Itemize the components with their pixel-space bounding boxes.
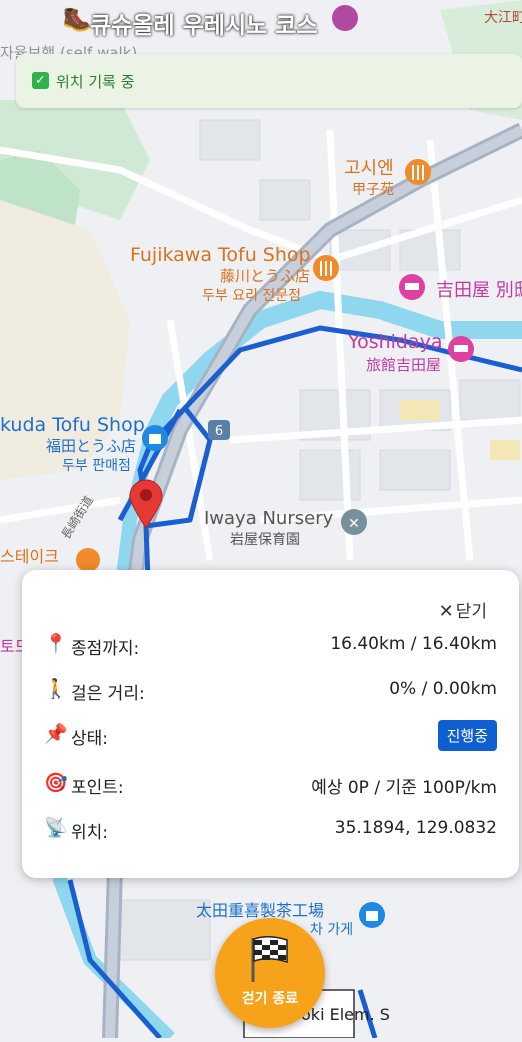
map-label: 太田重喜製茶工場 (196, 901, 324, 920)
hiking-boot-icon: 🥾 (62, 5, 92, 33)
info-label: 상태: (71, 729, 109, 749)
status-badge: 진행중 (437, 720, 497, 751)
shop-pin-icon (359, 902, 385, 928)
map-canvas[interactable]: 6 ✕ 大江町 고시엔 甲子苑 Fujikawa Tofu Shop 藤川とうふ… (0, 0, 522, 1042)
info-value: 0% / 0.00km (389, 679, 497, 699)
map-label: 甲子苑 (352, 182, 394, 198)
info-label: 포인트: (71, 778, 124, 798)
map-label: 스테이크 (0, 547, 59, 566)
info-row-location: 📡 위치: 35.1894, 129.0832 (44, 814, 497, 844)
end-walk-label: 걷기 종료 (241, 991, 299, 1007)
svg-text:✕: ✕ (348, 516, 360, 532)
map-label: 福田とうふ店 (46, 437, 136, 455)
info-value: 예상 0P / 기준 100P/km (311, 778, 497, 798)
info-value: 35.1894, 129.0832 (334, 818, 497, 838)
restaurant-pin-icon (405, 159, 431, 185)
info-row-walked: 🚶 걸은 거리: 0% / 0.00km (44, 675, 497, 705)
page-title: 큐슈올레 우레시노 코스 (90, 13, 318, 39)
pushpin-icon: 📌 (44, 723, 68, 745)
map-label: 차 가게 (310, 922, 353, 938)
hotel-pin-icon (448, 336, 474, 362)
target-icon: 🎯 (44, 772, 68, 794)
pin-icon: 📍 (44, 633, 68, 655)
map-label: Fujikawa Tofu Shop (130, 244, 311, 266)
restaurant-pin-icon (76, 548, 100, 572)
map-label: 藤川とうふ店 (220, 267, 310, 285)
info-row-points: 🎯 포인트: 예상 0P / 기준 100P/km (44, 769, 497, 799)
map-label: 岩屋保育園 (230, 532, 300, 548)
checkbox-icon: ✓ (32, 72, 49, 89)
info-row-remaining: 📍 종점까지: 16.40km / 16.40km (44, 630, 497, 660)
satellite-icon: 📡 (44, 817, 68, 839)
recording-status-bar: ✓ 위치 기록 중 (16, 54, 522, 108)
recording-status-text: 위치 기록 중 (56, 73, 135, 91)
shop-pin-icon (142, 425, 168, 451)
map-label: 吉田屋 別邸 (436, 280, 522, 301)
close-button[interactable]: ✕ 닫기 (439, 597, 487, 622)
close-label: 닫기 (455, 602, 487, 622)
route-number: 6 (215, 424, 223, 439)
info-label: 걸은 거리: (71, 684, 145, 704)
checkered-flag-icon (251, 936, 288, 982)
school-pin-icon: ✕ (341, 509, 367, 535)
info-label: 위치: (71, 823, 109, 843)
hotel-pin-icon (399, 274, 425, 300)
map-label: 고시엔 (344, 158, 394, 179)
restaurant-pin-icon (313, 255, 339, 281)
map-view[interactable]: 6 ✕ 大江町 고시엔 甲子苑 Fujikawa Tofu Shop 藤川とうふ… (0, 0, 522, 1042)
close-icon: ✕ (438, 601, 454, 622)
title-bar: 🥾 큐슈올레 우레시노 코스 자율보행 (self walk) (0, 0, 522, 62)
map-label: Yoshidaya (347, 331, 443, 353)
map-label: 旅館吉田屋 (366, 356, 441, 374)
map-label: 두부 요리 전문점 (202, 288, 301, 304)
walk-info-panel: ✕ 닫기 📍 종점까지: 16.40km / 16.40km 🚶 걸은 거리: 0… (22, 570, 519, 878)
walker-icon: 🚶 (44, 678, 68, 700)
info-row-status: 📌 상태: 진행중 (44, 720, 497, 751)
end-walk-button[interactable]: 걷기 종료 (215, 918, 325, 1028)
info-label: 종점까지: (71, 639, 140, 659)
map-label: 두부 판매점 (62, 458, 131, 474)
map-label: kuda Tofu Shop (0, 414, 145, 436)
map-label: Iwaya Nursery (204, 508, 334, 529)
info-value: 16.40km / 16.40km (330, 634, 497, 654)
